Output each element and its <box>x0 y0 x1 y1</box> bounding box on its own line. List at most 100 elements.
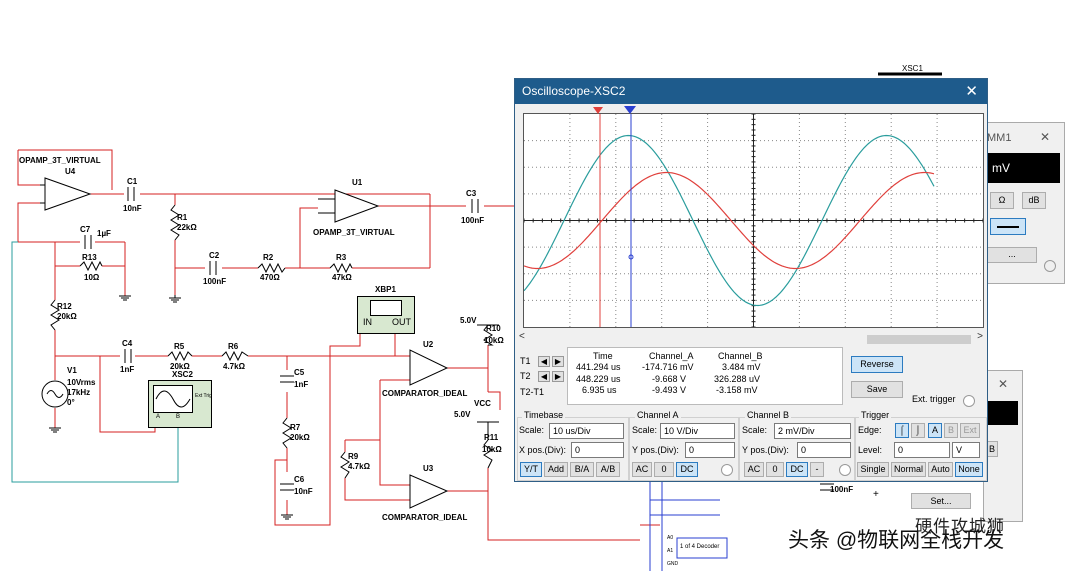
channel-b-ypos-label: Y pos.(Div): <box>742 445 789 455</box>
cursor-handles[interactable] <box>514 104 988 116</box>
c7-ref: C7 <box>80 225 91 234</box>
channel-a-ypos-field[interactable]: 0 <box>685 442 735 458</box>
xbp1-screen-icon <box>370 300 402 316</box>
reverse-button[interactable]: Reverse <box>851 356 903 373</box>
trigger-source-ext-button[interactable]: Ext <box>960 423 980 438</box>
channel-a-ac-button[interactable]: AC <box>632 462 652 477</box>
scroll-left-icon[interactable]: < <box>519 331 525 342</box>
cursor-t2-handle[interactable] <box>624 106 636 114</box>
decoder-pin-a1: A1 <box>667 548 674 554</box>
channel-b-dc-button[interactable]: DC <box>786 462 808 477</box>
multimeter-ohm-button[interactable]: Ω <box>990 192 1014 209</box>
u2-ref: U2 <box>423 340 434 349</box>
u3-ref: U3 <box>423 464 434 473</box>
r3-val: 47kΩ <box>332 273 352 282</box>
col-header-channel-a: Channel_A <box>649 351 694 361</box>
channel-a-scale-label: Scale: <box>632 425 658 435</box>
channel-a-dc-button[interactable]: DC <box>676 462 698 477</box>
trigger-level-field[interactable]: 0 <box>894 442 950 458</box>
function-generator-window[interactable]: ✕ B <box>983 370 1023 522</box>
t2-left-arrow[interactable]: ◀ <box>538 371 550 382</box>
t1-channel-a: -174.716 mV <box>642 362 694 372</box>
xbp1-bode-plotter[interactable]: IN OUT <box>357 296 415 334</box>
channel-b-zero-button[interactable]: 0 <box>766 462 784 477</box>
fg-plus-label: + <box>873 489 879 500</box>
channel-a-zero-button[interactable]: 0 <box>654 462 674 477</box>
multimeter-db-button[interactable]: dB <box>1022 192 1046 209</box>
trigger-level-label: Level: <box>858 445 883 455</box>
decoder-label: 1 of 4 Decoder <box>680 544 720 550</box>
channel-b-minus-button[interactable]: - <box>810 462 824 477</box>
delta-channel-b: -3.158 mV <box>716 385 758 395</box>
channel-a-terminal[interactable] <box>721 464 733 476</box>
t2-right-arrow[interactable]: ▶ <box>552 371 564 382</box>
xbp1-in: IN <box>363 317 372 327</box>
trigger-single-button[interactable]: Single <box>857 462 889 477</box>
oscilloscope-titlebar[interactable]: Oscilloscope-XSC2 ✕ <box>515 79 987 104</box>
r13-val: 10Ω <box>84 273 100 282</box>
ext-trigger-label: Ext. trigger <box>912 394 956 404</box>
r10-ref: R10 <box>486 324 501 333</box>
trigger-rising-edge-icon[interactable]: ⌠ <box>895 423 909 438</box>
multimeter-settings-button[interactable]: ... <box>987 247 1037 263</box>
v1-ref: V1 <box>67 366 77 375</box>
r9-val: 4.7kΩ <box>348 462 370 471</box>
channel-b-ypos-field[interactable]: 0 <box>797 442 851 458</box>
oscilloscope-close-icon[interactable]: ✕ <box>965 82 978 100</box>
mode-add-button[interactable]: Add <box>544 462 568 477</box>
c2-ref: C2 <box>209 251 220 260</box>
cursor-t1-handle[interactable] <box>593 107 603 114</box>
t1-right-arrow[interactable]: ▶ <box>552 356 564 367</box>
timebase-scale-field[interactable]: 10 us/Div <box>549 423 624 439</box>
u3-name: COMPARATOR_IDEAL <box>382 513 468 522</box>
oscilloscope-window[interactable]: Oscilloscope-XSC2 ✕ < > T1 T2 T2-T1 ◀ ▶ … <box>514 78 988 482</box>
trigger-source-a-button[interactable]: A <box>928 423 942 438</box>
c1-val: 10nF <box>123 204 142 213</box>
r13-ref: R13 <box>82 253 97 262</box>
c6-val: 10nF <box>294 487 313 496</box>
fg-set-button[interactable]: Set... <box>911 493 971 509</box>
xbp1-ref: XBP1 <box>375 285 396 294</box>
mode-ba-button[interactable]: B/A <box>570 462 594 477</box>
oscilloscope-screen[interactable] <box>523 113 984 328</box>
mode-ab-button[interactable]: A/B <box>596 462 620 477</box>
channel-a-scale-field[interactable]: 10 V/Div <box>660 423 735 439</box>
r6-ref: R6 <box>228 342 239 351</box>
u4-name: OPAMP_3T_VIRTUAL <box>19 156 101 165</box>
t2-channel-a: -9.668 V <box>652 374 687 384</box>
trigger-auto-button[interactable]: Auto <box>928 462 953 477</box>
c7-val: 1µF <box>97 229 111 238</box>
decoder-pin-gnd: GND <box>667 561 679 567</box>
channel-b-terminal[interactable] <box>839 464 851 476</box>
t1-left-arrow[interactable]: ◀ <box>538 356 550 367</box>
ext-trigger-terminal[interactable] <box>963 395 975 407</box>
trigger-falling-edge-icon[interactable]: ⌡ <box>911 423 925 438</box>
v5-a: 5.0V <box>460 316 477 325</box>
timebase-xpos-field[interactable]: 0 <box>571 442 624 458</box>
trigger-source-b-button[interactable]: B <box>944 423 958 438</box>
col-header-channel-b: Channel_B <box>718 351 763 361</box>
channel-b-ac-button[interactable]: AC <box>744 462 764 477</box>
mode-yt-button[interactable]: Y/T <box>520 462 542 477</box>
xsc2-ext-trig: Ext Trig <box>195 393 212 399</box>
xsc2-instrument[interactable]: Ext Trig A B <box>148 380 212 428</box>
scrollbar-thumb[interactable] <box>867 335 971 344</box>
r1-val: 22kΩ <box>177 223 197 232</box>
multimeter-close-icon[interactable]: ✕ <box>1040 130 1050 144</box>
trigger-level-unit[interactable]: V <box>952 442 980 458</box>
c5-val: 1nF <box>294 380 309 389</box>
scroll-right-icon[interactable]: > <box>977 331 983 342</box>
fg-close-icon[interactable]: ✕ <box>998 377 1008 391</box>
oscilloscope-title: Oscilloscope-XSC2 <box>522 84 626 98</box>
v5-b: 5.0V <box>454 410 471 419</box>
save-button[interactable]: Save <box>851 381 903 398</box>
multimeter-unit: mV <box>992 161 1010 175</box>
trigger-normal-button[interactable]: Normal <box>891 462 926 477</box>
multimeter-dc-button[interactable] <box>990 218 1026 235</box>
u4-ref: U4 <box>65 167 76 176</box>
oscilloscope-scrollbar[interactable]: < > <box>515 331 987 344</box>
multimeter-window[interactable]: MM1 ✕ mV Ω dB ... <box>983 122 1065 284</box>
xsc1-ref: XSC1 <box>902 64 923 73</box>
channel-b-scale-field[interactable]: 2 mV/Div <box>774 423 851 439</box>
trigger-none-button[interactable]: None <box>955 462 983 477</box>
